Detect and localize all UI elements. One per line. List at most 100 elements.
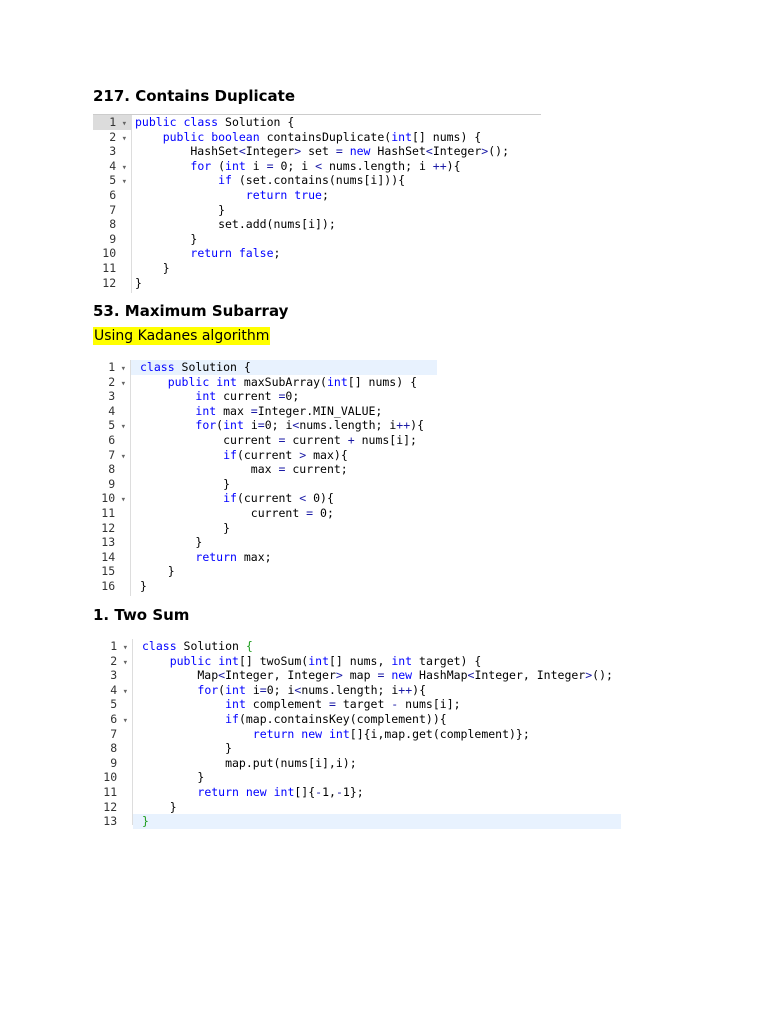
line-number: 15: [101, 564, 116, 579]
code-block-two-sum: 1 ▾ class Solution {2 ▾ public int[] twoS…: [93, 639, 621, 829]
code-line: 3 HashSet<Integer> set = new HashSet<Int…: [93, 144, 541, 159]
code-text: int current =0;: [195, 389, 300, 404]
fold-arrow-icon[interactable]: ▾: [116, 177, 127, 187]
code-line: 1 ▾ class Solution {: [93, 360, 437, 375]
code-line: 9 }: [93, 477, 437, 492]
code-text: Map<Integer, Integer> map = new HashMap<…: [142, 668, 613, 683]
code-line: 7 ▾ if(current > max){: [93, 448, 437, 463]
code-line: 9 map.put(nums[i],i);: [93, 756, 621, 771]
line-number: 5 ▾: [108, 418, 126, 433]
code-text: }: [142, 814, 149, 829]
line-number: 9: [108, 476, 116, 491]
code-text: HashSet<Integer> set = new HashSet<Integ…: [135, 144, 509, 159]
fold-arrow-icon[interactable]: ▾: [117, 643, 128, 653]
fold-arrow-icon[interactable]: ▾: [117, 687, 128, 697]
line-number: 8: [109, 217, 117, 232]
line-number: 3: [110, 668, 118, 683]
code-line: 10 }: [93, 770, 621, 785]
code-line: 12 }: [93, 800, 621, 815]
fold-arrow-icon[interactable]: ▾: [115, 364, 126, 374]
fold-arrow-icon[interactable]: ▾: [117, 716, 128, 726]
line-number: 2 ▾: [110, 653, 128, 668]
code-text: }: [142, 770, 205, 785]
line-number: 7 ▾: [108, 447, 126, 462]
code-block-contains-duplicate: 1 ▾ public class Solution { 2 ▾ public boo…: [93, 114, 541, 293]
section-title-two-sum: 1. Two Sum: [93, 606, 190, 624]
code-text: for(int i=0; i<nums.length; i++){: [195, 418, 424, 433]
line-number: 10: [102, 246, 117, 261]
section-title-maximum-subarray: 53. Maximum Subarray: [93, 302, 289, 320]
code-line: 10 ▾ if(current < 0){: [93, 491, 437, 506]
line-number: 11: [101, 505, 116, 520]
code-text: }: [135, 202, 226, 217]
code-line: 1 ▾ public class Solution {: [93, 115, 541, 130]
code-line: 9 }: [93, 232, 541, 247]
code-line: 5 int complement = target - nums[i];: [93, 697, 621, 712]
code-line: 11 return new int[]{-1,-1};: [93, 785, 621, 800]
code-line: 12 }: [93, 276, 541, 291]
code-text: if(map.containsKey(complement)){: [225, 711, 447, 726]
line-number: 8: [110, 741, 118, 756]
code-line: 13 }: [93, 814, 621, 829]
code-line: 6 current = current + nums[i];: [93, 433, 437, 448]
code-text: if(current > max){: [223, 447, 348, 462]
code-line: 4 int max =Integer.MIN_VALUE;: [93, 404, 437, 419]
fold-arrow-icon[interactable]: ▾: [117, 658, 128, 668]
code-line: 2 ▾ public int maxSubArray(int[] nums) {: [93, 375, 437, 390]
fold-arrow-icon[interactable]: ▾: [115, 422, 126, 432]
line-number: 10: [103, 770, 118, 785]
code-line: 3 Map<Integer, Integer> map = new HashMa…: [93, 668, 621, 683]
code-line: 5 ▾ for(int i=0; i<nums.length; i++){: [93, 418, 437, 433]
code-text: public class Solution {: [135, 115, 295, 129]
line-number: 3: [108, 389, 116, 404]
line-number: 11: [102, 260, 117, 275]
code-text: if (set.contains(nums[i])){: [218, 173, 406, 188]
line-number: 12: [102, 275, 117, 290]
code-line: 4 ▾ for (int i = 0; i < nums.length; i +…: [93, 159, 541, 174]
line-number: 13: [103, 814, 118, 829]
code-text: }: [135, 275, 142, 290]
line-number: 2 ▾: [108, 374, 126, 389]
code-line: 13 }: [93, 535, 437, 550]
code-text: if(current < 0){: [223, 491, 334, 506]
fold-arrow-icon[interactable]: ▾: [115, 495, 126, 505]
code-line: 1 ▾ class Solution {: [93, 639, 621, 654]
line-number: 11: [103, 784, 118, 799]
line-number: 10 ▾: [101, 491, 126, 506]
code-text: for(int i=0; i<nums.length; i++){: [197, 682, 426, 697]
line-number: 12: [101, 520, 116, 535]
line-number: 16: [101, 578, 116, 593]
line-number: 9: [110, 755, 118, 770]
line-number: 2 ▾: [109, 129, 127, 144]
line-number: 8: [108, 462, 116, 477]
code-text: int complement = target - nums[i];: [225, 697, 461, 712]
code-line: 5 ▾ if (set.contains(nums[i])){: [93, 173, 541, 188]
fold-arrow-icon[interactable]: ▾: [115, 379, 126, 389]
code-text: }: [140, 476, 231, 491]
fold-arrow-icon[interactable]: ▾: [116, 119, 127, 129]
code-line: 6 ▾ if(map.containsKey(complement)){: [93, 712, 621, 727]
code-text: }: [140, 535, 203, 550]
code-text: class Solution {: [140, 360, 251, 374]
code-text: }: [140, 520, 231, 535]
code-text: }: [140, 564, 175, 579]
code-line: 6 return true;: [93, 188, 541, 203]
fold-arrow-icon[interactable]: ▾: [116, 163, 127, 173]
line-number: 1 ▾: [110, 639, 128, 653]
code-block-maximum-subarray: 1 ▾ class Solution {2 ▾ public int maxSub…: [93, 360, 437, 596]
line-number: 6 ▾: [110, 711, 128, 726]
code-text: for (int i = 0; i < nums.length; i ++){: [190, 158, 461, 173]
code-text: public boolean containsDuplicate(int[] n…: [162, 129, 482, 144]
line-number: 14: [101, 549, 116, 564]
code-line: 8 max = current;: [93, 462, 437, 477]
line-number: 1 ▾: [109, 115, 127, 129]
line-number: 5 ▾: [109, 173, 127, 188]
fold-arrow-icon[interactable]: ▾: [115, 452, 126, 462]
line-number: 4 ▾: [110, 682, 128, 697]
section-title-contains-duplicate: 217. Contains Duplicate: [93, 87, 295, 105]
code-text: }: [142, 741, 233, 756]
fold-arrow-icon[interactable]: ▾: [116, 134, 127, 144]
code-line: 3 int current =0;: [93, 389, 437, 404]
code-text: }: [135, 260, 170, 275]
code-line: 8 }: [93, 741, 621, 756]
